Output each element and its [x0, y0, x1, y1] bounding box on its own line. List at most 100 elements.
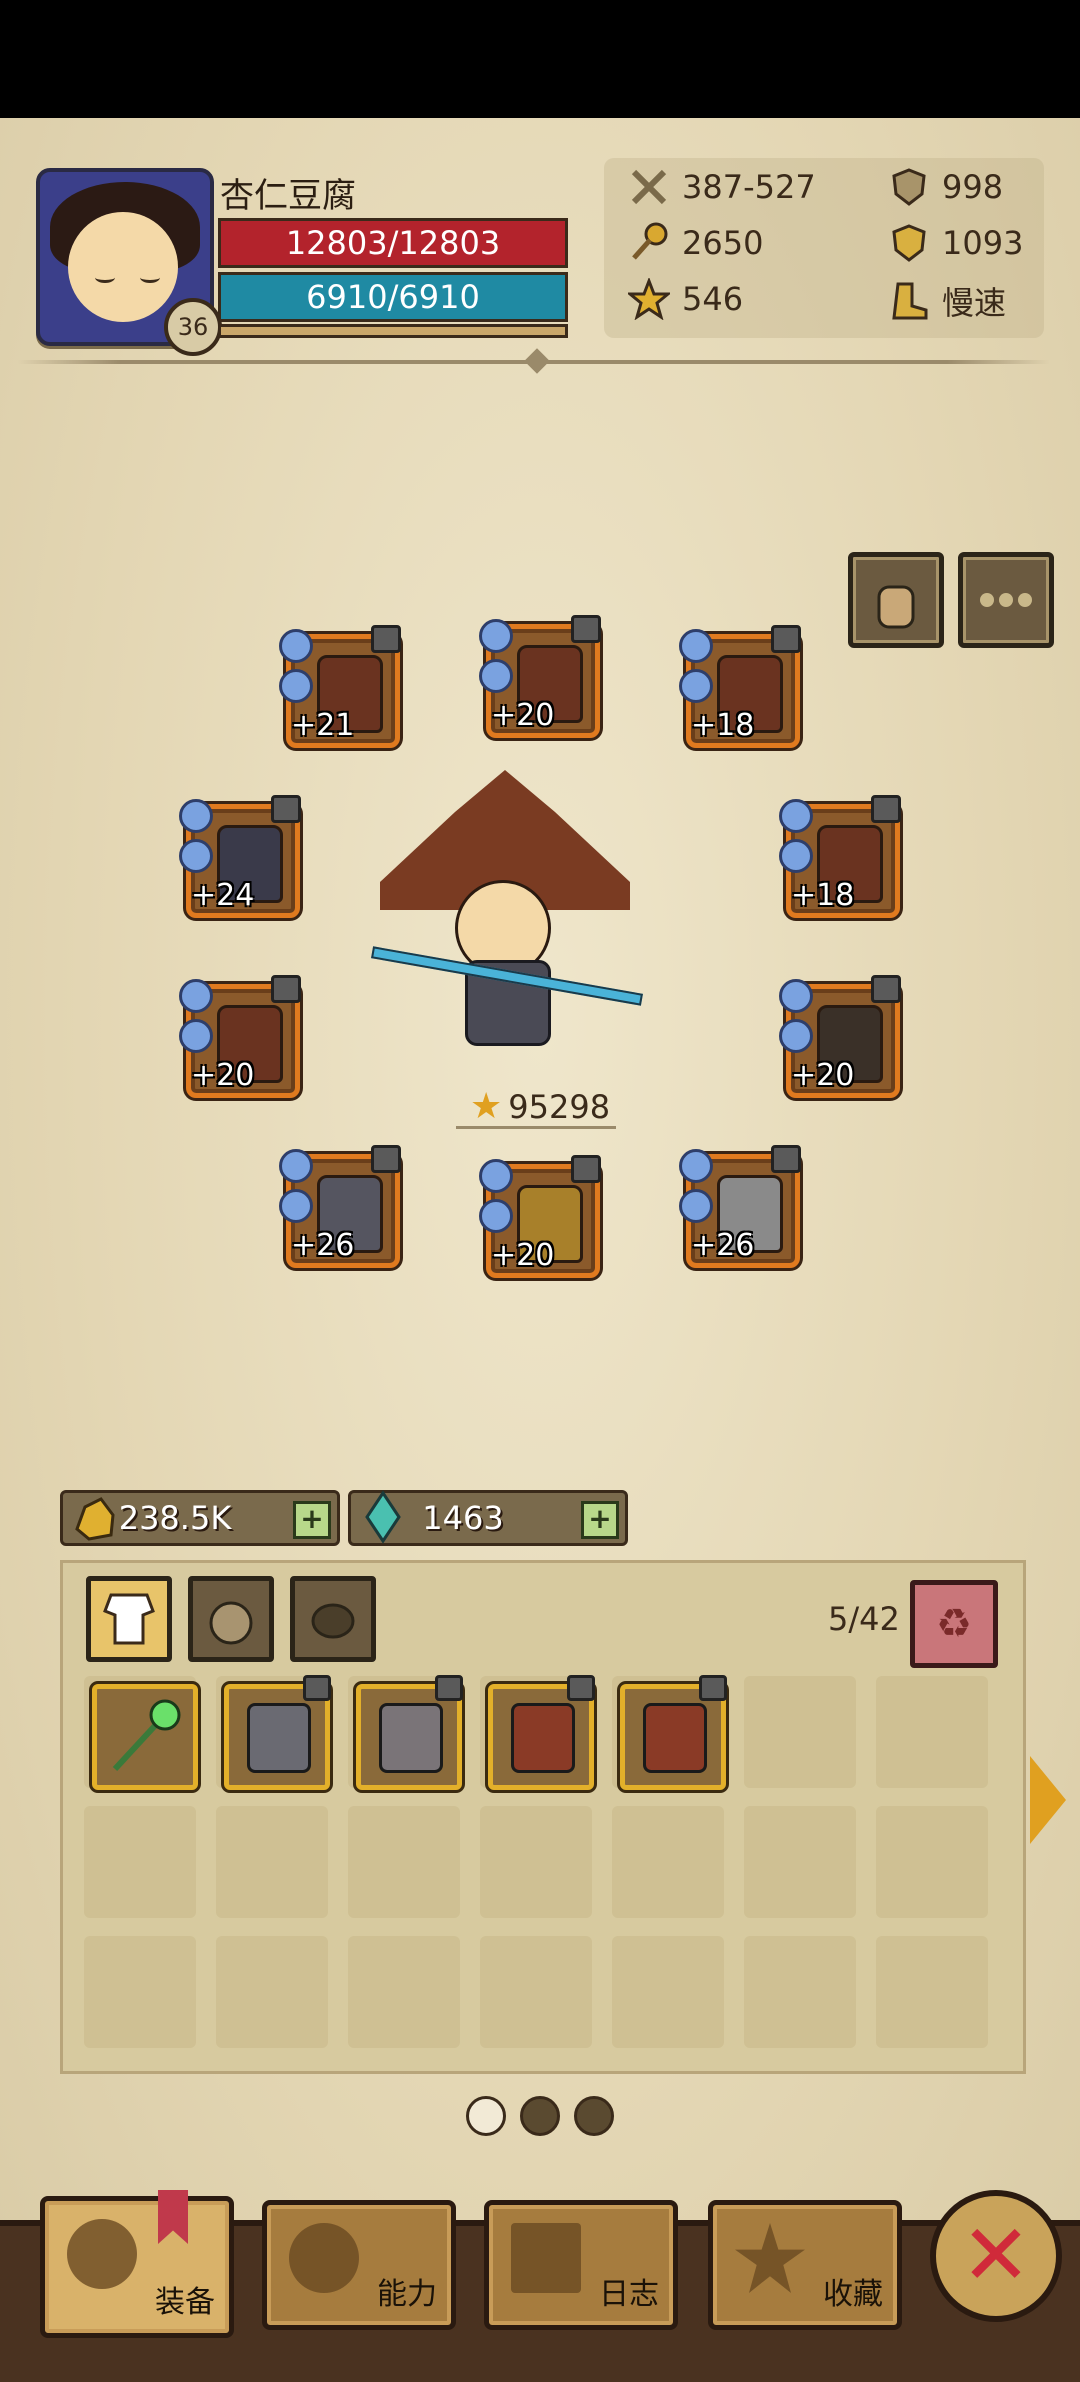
- lock-icon: [571, 615, 601, 643]
- resist-value: 1093: [942, 224, 1024, 262]
- gem-socket-icon: [279, 629, 313, 663]
- inventory-item-staff[interactable]: [92, 1684, 198, 1790]
- gem-socket-icon: [179, 799, 213, 833]
- inventory-cell[interactable]: [480, 1806, 592, 1918]
- inventory-cell[interactable]: [348, 1936, 460, 2048]
- gem-socket-icon: [479, 1159, 513, 1193]
- equip-slot-pants[interactable]: +20: [779, 975, 901, 1098]
- inventory-item-helmet[interactable]: [224, 1675, 331, 1790]
- inventory-item-armor[interactable]: [356, 1675, 463, 1790]
- nav-collection[interactable]: 收藏: [708, 2200, 902, 2330]
- lock-icon: [871, 975, 901, 1003]
- status-bar: [0, 0, 1080, 118]
- enhance-level: +20: [791, 1058, 855, 1093]
- ability-ring-icon: [289, 2223, 359, 2293]
- page-indicator-active[interactable]: [466, 2096, 506, 2136]
- stat-crit: 546: [628, 278, 743, 320]
- lock-icon: [699, 1675, 727, 1701]
- gem-socket-icon: [779, 979, 813, 1013]
- tab-materials[interactable]: [290, 1576, 376, 1662]
- recycle-icon: ♻: [936, 1601, 972, 1647]
- equip-slot-armor[interactable]: +18: [779, 795, 901, 918]
- more-dots-icon: [980, 593, 1032, 607]
- crossed-swords-icon: [631, 169, 667, 205]
- power-underline: [456, 1126, 616, 1129]
- inventory-cell[interactable]: [612, 1936, 724, 2048]
- nav-equipment[interactable]: 装备: [40, 2196, 234, 2338]
- tab-equipment[interactable]: [86, 1576, 172, 1662]
- next-page-arrow-icon[interactable]: [1030, 1756, 1066, 1844]
- nav-ability-label: 能力: [377, 2277, 437, 2312]
- gem-socket-icon: [279, 1189, 313, 1223]
- close-icon: ✕: [960, 2206, 1032, 2304]
- more-button[interactable]: [958, 552, 1054, 648]
- page-indicator[interactable]: [520, 2096, 560, 2136]
- star-icon: [628, 278, 670, 320]
- inventory-item-cloak-2[interactable]: [620, 1675, 727, 1790]
- recycle-button[interactable]: ♻: [910, 1580, 998, 1668]
- enhance-level: +18: [791, 878, 855, 913]
- page-indicator[interactable]: [574, 2096, 614, 2136]
- lock-icon: [271, 975, 301, 1003]
- gesture-button[interactable]: [848, 552, 944, 648]
- inventory-item-cloak[interactable]: [488, 1675, 595, 1790]
- star-icon: [735, 2223, 805, 2293]
- hand-icon: [877, 585, 915, 629]
- level-badge: 36: [164, 298, 222, 356]
- xp-bar: [218, 324, 568, 338]
- enhance-level: +24: [191, 878, 255, 913]
- pouch-icon: [209, 1601, 253, 1645]
- gem-value: 1463: [422, 1499, 504, 1537]
- inventory-cell[interactable]: [84, 1936, 196, 2048]
- gem-socket-icon: [479, 619, 513, 653]
- leather-cloak-icon: [643, 1703, 707, 1773]
- mp-bar: 6910/6910: [218, 272, 568, 322]
- inventory-cell[interactable]: [216, 1936, 328, 2048]
- inventory-cell[interactable]: [744, 1806, 856, 1918]
- inventory-cell[interactable]: [876, 1806, 988, 1918]
- equip-slot-weapon[interactable]: +21: [279, 625, 401, 748]
- green-staff-icon: [112, 1699, 181, 1772]
- gold-value: 238.5K: [118, 1499, 232, 1537]
- stat-defense: 998: [888, 166, 1003, 208]
- add-gold-button[interactable]: +: [293, 1501, 331, 1539]
- equip-slot-helmet[interactable]: +20: [479, 615, 601, 738]
- equip-slot-gloves[interactable]: +20: [179, 975, 301, 1098]
- lock-icon: [771, 625, 801, 653]
- equip-slot-ring[interactable]: +26: [679, 1145, 801, 1268]
- inventory-cell[interactable]: [612, 1806, 724, 1918]
- equip-slot-amulet[interactable]: +24: [179, 795, 301, 918]
- inventory-cell[interactable]: [84, 1806, 196, 1918]
- equip-slot-boots[interactable]: +20: [479, 1155, 601, 1278]
- axe-icon: [67, 2219, 137, 2289]
- hp-bar: 12803/12803: [218, 218, 568, 268]
- enhance-level: +20: [491, 698, 555, 733]
- inventory-cell[interactable]: [876, 1676, 988, 1788]
- inventory-cell[interactable]: [744, 1676, 856, 1788]
- equip-slot-cloak[interactable]: +18: [679, 625, 801, 748]
- tab-consumables[interactable]: [188, 1576, 274, 1662]
- crest-shield-icon: [892, 224, 926, 262]
- iron-helmet-icon: [247, 1703, 311, 1773]
- nav-journal-label: 日志: [599, 2277, 659, 2312]
- speed-value: 慢速: [942, 284, 1007, 322]
- inventory-cell[interactable]: [876, 1936, 988, 2048]
- bag-capacity: 5/42: [828, 1600, 900, 1638]
- inventory-cell[interactable]: [744, 1936, 856, 2048]
- inventory-cell[interactable]: [348, 1806, 460, 1918]
- equip-slot-shoulder[interactable]: +26: [279, 1145, 401, 1268]
- inventory-cell[interactable]: [480, 1936, 592, 2048]
- hero-character: [360, 770, 650, 1060]
- gem-socket-icon: [479, 659, 513, 693]
- stat-attack: 387-527: [628, 166, 816, 208]
- nav-journal[interactable]: 日志: [484, 2200, 678, 2330]
- journal-book-icon: [511, 2223, 581, 2293]
- gem-socket-icon: [279, 669, 313, 703]
- add-gem-button[interactable]: +: [581, 1501, 619, 1539]
- nav-ability[interactable]: 能力: [262, 2200, 456, 2330]
- close-button[interactable]: ✕: [930, 2190, 1062, 2322]
- gem-socket-icon: [679, 629, 713, 663]
- lock-icon: [771, 1145, 801, 1173]
- inventory-cell[interactable]: [216, 1806, 328, 1918]
- star-icon: ★: [470, 1086, 503, 1127]
